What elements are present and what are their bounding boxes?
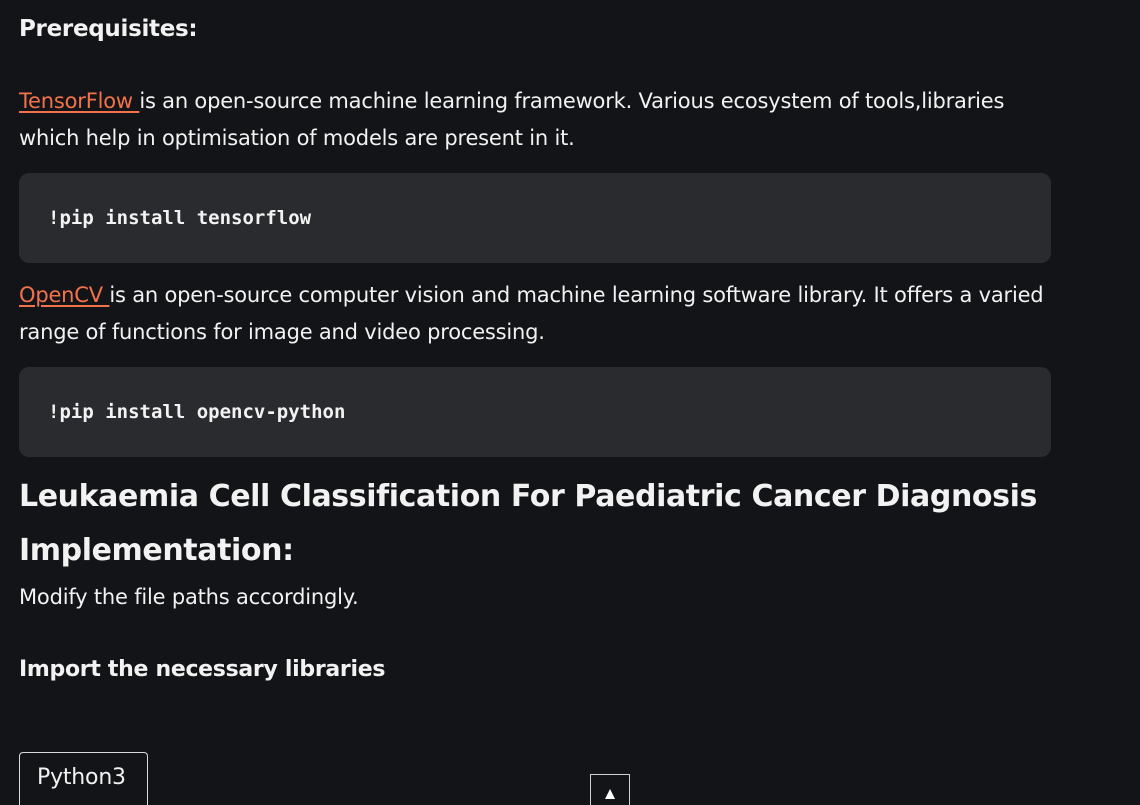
article-section-title: Leukaemia Cell Classification For Paedia…: [19, 479, 1037, 514]
import-libraries-heading: Import the necessary libraries: [19, 657, 386, 682]
article-page: Prerequisites: TensorFlow is an open-sou…: [0, 0, 1140, 805]
opencv-description: is an open-source computer vision and ma…: [19, 283, 1044, 344]
tensorflow-install-command[interactable]: !pip install tensorflow: [48, 207, 311, 229]
tensorflow-link[interactable]: TensorFlow: [19, 89, 139, 113]
implementation-text: Modify the file paths accordingly.: [19, 585, 359, 609]
opencv-install-code-block[interactable]: !pip install opencv-python: [19, 367, 1051, 457]
tensorflow-description: is an open-source machine learning frame…: [19, 89, 1005, 150]
opencv-paragraph: OpenCV is an open-source computer vision…: [19, 277, 1049, 351]
scroll-to-top-button[interactable]: ▲: [590, 774, 630, 805]
opencv-install-command[interactable]: !pip install opencv-python: [48, 401, 345, 423]
up-triangle-icon: ▲: [601, 784, 619, 803]
implementation-heading: Implementation:: [19, 533, 294, 568]
tensorflow-install-code-block[interactable]: !pip install tensorflow: [19, 173, 1051, 263]
opencv-link[interactable]: OpenCV: [19, 283, 109, 307]
tensorflow-paragraph: TensorFlow is an open-source machine lea…: [19, 83, 1049, 157]
prerequisites-heading: Prerequisites:: [19, 16, 198, 42]
tab-python3[interactable]: Python3: [19, 752, 148, 805]
